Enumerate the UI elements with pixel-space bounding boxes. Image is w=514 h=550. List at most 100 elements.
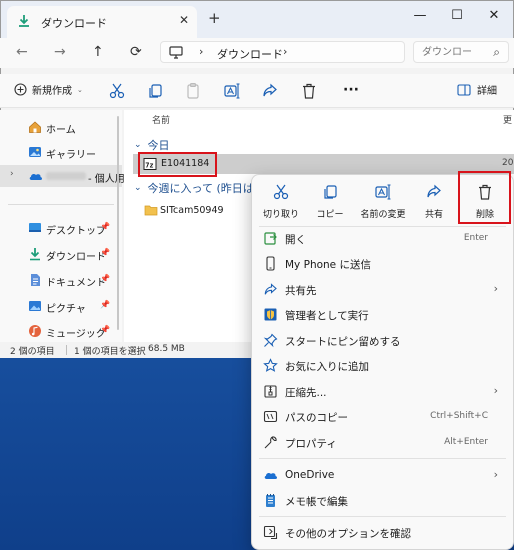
breadcrumb-separator: › bbox=[283, 45, 288, 58]
cut-icon[interactable] bbox=[108, 82, 126, 100]
up-button[interactable]: ↑ bbox=[92, 44, 104, 60]
menu-onedrive-label: OneDrive bbox=[285, 469, 335, 481]
maximize-button[interactable]: ☐ bbox=[444, 4, 470, 26]
chevron-right-icon: › bbox=[493, 384, 498, 397]
nav-music[interactable]: ミュージック 📌 bbox=[0, 320, 122, 342]
star-icon bbox=[263, 358, 278, 373]
breadcrumb-downloads[interactable]: ダウンロード bbox=[217, 46, 283, 62]
address-box[interactable]: › ダウンロード › bbox=[160, 41, 405, 63]
menu-item-properties[interactable]: プロパティ Alt+Enter bbox=[251, 430, 514, 454]
nav-desktop[interactable]: デスクトップ 📌 bbox=[0, 217, 122, 239]
notepad-icon bbox=[263, 493, 278, 508]
share-icon bbox=[425, 183, 443, 201]
new-button[interactable]: 新規作成 ⌄ bbox=[14, 82, 83, 97]
nav-documents-label: ドキュメント bbox=[46, 278, 106, 289]
nav-desktop-label: デスクトップ bbox=[46, 226, 106, 237]
pictures-icon bbox=[28, 299, 42, 313]
minimize-button[interactable]: — bbox=[407, 4, 433, 26]
nav-home[interactable]: ホーム bbox=[0, 116, 122, 138]
menu-item-copy-path[interactable]: パスのコピー Ctrl+Shift+C bbox=[251, 404, 514, 428]
menu-item-pin-to-start[interactable]: スタートにピン留めする bbox=[251, 328, 514, 352]
menu-item-share-with[interactable]: 共有先 › bbox=[251, 277, 514, 301]
details-label: 詳細 bbox=[477, 86, 497, 97]
rename-icon[interactable] bbox=[223, 82, 241, 100]
menu-item-send-to-phone[interactable]: My Phone に送信 bbox=[251, 251, 514, 275]
group-header-this-week[interactable]: ⌄ 今週に入って (昨日は bbox=[134, 180, 254, 196]
search-box[interactable]: ⌕ bbox=[413, 41, 509, 63]
copy-icon[interactable] bbox=[146, 82, 164, 100]
status-selected: 1 個の項目を選択 bbox=[74, 347, 146, 357]
menu-open-label: 開く bbox=[285, 234, 306, 246]
refresh-button[interactable]: ⟳ bbox=[130, 44, 142, 60]
menu-send-to-phone-label: My Phone に送信 bbox=[285, 259, 371, 271]
forward-button[interactable]: → bbox=[54, 44, 66, 60]
breadcrumb-separator: › bbox=[199, 45, 204, 58]
paste-icon[interactable] bbox=[184, 82, 202, 100]
nav-gallery[interactable]: ギャラリー bbox=[0, 141, 122, 163]
pin-icon: 📌 bbox=[100, 274, 110, 283]
column-header-name[interactable]: 名前 bbox=[152, 113, 170, 126]
menu-copy-path-label: パスのコピー bbox=[285, 412, 348, 424]
chevron-down-icon: ⌄ bbox=[77, 85, 83, 94]
menu-item-open[interactable]: 開く Enter bbox=[251, 226, 514, 250]
details-pane-button[interactable]: 詳細 bbox=[457, 82, 497, 97]
menu-separator bbox=[259, 458, 506, 459]
status-size: 68.5 MB bbox=[148, 344, 185, 354]
context-copy-label: コピー bbox=[316, 210, 344, 220]
delete-highlight-box bbox=[458, 171, 511, 224]
tab-close-icon[interactable]: ✕ bbox=[179, 13, 189, 27]
details-pane-icon bbox=[457, 83, 471, 96]
share-icon[interactable] bbox=[261, 82, 279, 100]
menu-item-onedrive[interactable]: OneDrive › bbox=[251, 463, 514, 487]
menu-compress-to-label: 圧縮先... bbox=[285, 387, 327, 399]
close-window-button[interactable]: ✕ bbox=[481, 4, 507, 26]
document-icon bbox=[28, 273, 42, 287]
new-button-label: 新規作成 bbox=[32, 86, 72, 97]
group-this-week-label: 今週に入って (昨日は bbox=[147, 182, 254, 195]
delete-icon[interactable] bbox=[300, 82, 318, 100]
chevron-right-icon[interactable]: › bbox=[10, 169, 14, 179]
menu-item-compress-to[interactable]: 圧縮先... › bbox=[251, 379, 514, 403]
file-name: SITcam50949 bbox=[160, 205, 224, 216]
back-button[interactable]: ← bbox=[16, 44, 28, 60]
context-share-button[interactable]: 共有 bbox=[409, 178, 459, 222]
menu-properties-shortcut: Alt+Enter bbox=[444, 437, 488, 447]
this-pc-icon bbox=[169, 46, 183, 59]
tab-title: ダウンロード bbox=[41, 17, 107, 30]
desktop-icon bbox=[28, 221, 42, 235]
menu-share-with-label: 共有先 bbox=[285, 285, 317, 297]
context-copy-button[interactable]: コピー bbox=[305, 178, 355, 222]
column-header-date[interactable]: 更 bbox=[503, 113, 512, 126]
nav-music-label: ミュージック bbox=[46, 329, 106, 340]
context-cut-button[interactable]: 切り取り bbox=[256, 178, 306, 222]
nav-pictures[interactable]: ピクチャ 📌 bbox=[0, 295, 122, 317]
chevron-down-icon: ⌄ bbox=[134, 183, 142, 193]
nav-documents[interactable]: ドキュメント 📌 bbox=[0, 269, 122, 291]
context-rename-button[interactable]: 名前の変更 bbox=[356, 178, 410, 222]
nav-downloads[interactable]: ダウンロード 📌 bbox=[0, 243, 122, 265]
menu-properties-label: プロパティ bbox=[285, 438, 337, 450]
plus-circle-icon bbox=[14, 83, 27, 96]
pin-icon bbox=[263, 333, 278, 348]
tab-downloads[interactable]: ダウンロード ✕ bbox=[7, 6, 197, 38]
file-date: 20 bbox=[502, 158, 514, 168]
menu-item-show-more-options[interactable]: その他のオプションを確認 bbox=[251, 520, 514, 544]
nav-onedrive-personal[interactable]: › - 個人用 bbox=[0, 165, 125, 187]
group-header-today[interactable]: ⌄ 今日 bbox=[134, 137, 170, 153]
wrench-icon bbox=[263, 435, 278, 450]
search-input[interactable] bbox=[422, 45, 482, 59]
new-tab-button[interactable]: + bbox=[208, 9, 221, 27]
context-rename-label: 名前の変更 bbox=[360, 210, 406, 220]
pin-icon: 📌 bbox=[100, 248, 110, 257]
menu-item-run-as-admin[interactable]: 管理者として実行 bbox=[251, 302, 514, 326]
nav-scrollbar[interactable] bbox=[116, 116, 120, 330]
more-options-button[interactable]: ··· bbox=[343, 82, 359, 98]
menu-copy-path-shortcut: Ctrl+Shift+C bbox=[430, 411, 488, 421]
download-icon bbox=[17, 14, 31, 28]
menu-item-edit-in-notepad[interactable]: メモ帳で編集 bbox=[251, 488, 514, 512]
menu-show-more-options-label: その他のオプションを確認 bbox=[285, 528, 411, 540]
account-name-redacted bbox=[46, 172, 86, 180]
nav-gallery-label: ギャラリー bbox=[46, 150, 96, 161]
pin-icon: 📌 bbox=[100, 325, 110, 334]
menu-item-add-to-favorites[interactable]: お気に入りに追加 bbox=[251, 353, 514, 377]
